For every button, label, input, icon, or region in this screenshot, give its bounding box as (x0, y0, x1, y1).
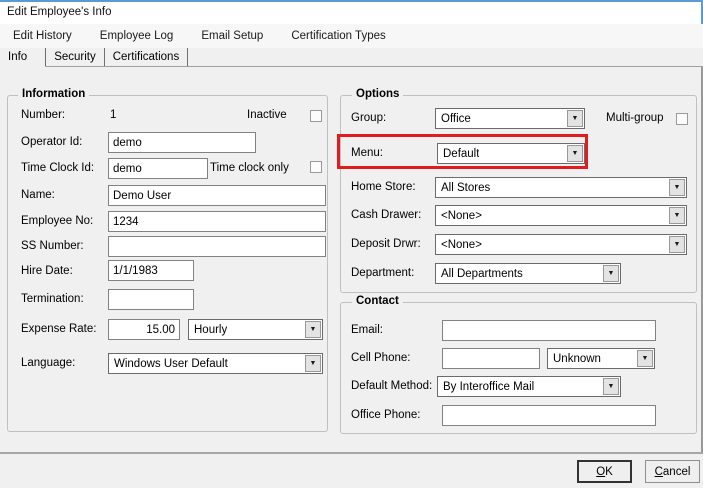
information-caption: Information (18, 88, 90, 100)
tab-certifications[interactable]: Certifications (105, 48, 189, 66)
expense-rate-label: Expense Rate: (21, 323, 97, 335)
expense-rate-unit-dropdown[interactable]: Hourly ▼ (188, 319, 323, 340)
chevron-down-icon[interactable]: ▼ (603, 265, 619, 282)
deposit-drwr-dropdown[interactable]: <None> ▼ (435, 234, 687, 255)
employee-no-field[interactable] (108, 211, 326, 232)
department-label: Department: (351, 267, 415, 279)
cancel-button[interactable]: Cancel (645, 460, 700, 483)
name-label: Name: (21, 189, 55, 201)
menu-row-highlight (337, 134, 588, 169)
button-bar: OK Cancel (0, 454, 703, 488)
operator-id-field[interactable] (108, 132, 256, 153)
tab-strip: Info Security Certifications (0, 48, 703, 67)
ss-number-field[interactable] (108, 236, 326, 257)
default-method-dropdown[interactable]: By Interoffice Mail ▼ (437, 376, 621, 397)
hire-date-label: Hire Date: (21, 265, 73, 277)
contact-caption: Contact (352, 295, 403, 307)
group-label: Group: (351, 112, 387, 124)
department-dropdown[interactable]: All Departments ▼ (435, 263, 621, 284)
chevron-down-icon[interactable]: ▼ (603, 378, 619, 395)
menu-employee-log[interactable]: Employee Log (100, 30, 174, 42)
window-title: Edit Employee's Info (7, 6, 112, 18)
email-label: Email: (351, 324, 383, 336)
language-label: Language: (21, 357, 76, 369)
group-dropdown[interactable]: Office ▼ (435, 108, 585, 129)
expense-rate-field[interactable] (108, 319, 180, 340)
cell-phone-type-dropdown[interactable]: Unknown ▼ (547, 348, 655, 369)
termination-field[interactable] (108, 289, 194, 310)
inactive-label: Inactive (247, 109, 287, 121)
chevron-down-icon[interactable]: ▼ (305, 355, 321, 372)
home-store-dropdown[interactable]: All Stores ▼ (435, 177, 687, 198)
chevron-down-icon[interactable]: ▼ (305, 321, 321, 338)
default-method-label: Default Method: (351, 380, 433, 392)
time-clock-id-field[interactable] (108, 158, 208, 179)
cell-phone-label: Cell Phone: (351, 352, 411, 364)
menu-bar: Edit History Employee Log Email Setup Ce… (0, 24, 703, 48)
ok-button[interactable]: OK (577, 460, 632, 483)
chevron-down-icon[interactable]: ▼ (567, 110, 583, 127)
time-clock-only-label: Time clock only (210, 162, 289, 174)
edit-employee-info-window: Edit Employee's Info Edit History Employ… (0, 0, 703, 488)
home-store-label: Home Store: (351, 181, 416, 193)
chevron-down-icon[interactable]: ▼ (669, 207, 685, 224)
multi-group-label: Multi-group (606, 112, 664, 124)
cell-phone-field[interactable] (442, 348, 540, 369)
name-field[interactable] (108, 185, 326, 206)
menu-certification-types[interactable]: Certification Types (291, 30, 385, 42)
chevron-down-icon[interactable]: ▼ (669, 179, 685, 196)
options-caption: Options (352, 88, 404, 100)
info-tab-page: Information Number: 1 Inactive Operator … (0, 67, 703, 454)
cash-drawer-label: Cash Drawer: (351, 209, 422, 221)
email-field[interactable] (442, 320, 656, 341)
operator-id-label: Operator Id: (21, 136, 83, 148)
hire-date-field[interactable] (108, 260, 194, 281)
inactive-checkbox[interactable] (310, 110, 322, 122)
multi-group-checkbox[interactable] (676, 113, 688, 125)
language-dropdown[interactable]: Windows User Default ▼ (108, 353, 323, 374)
number-value: 1 (110, 109, 117, 121)
deposit-drwr-label: Deposit Drwr: (351, 238, 421, 250)
cash-drawer-dropdown[interactable]: <None> ▼ (435, 205, 687, 226)
number-label: Number: (21, 109, 66, 121)
tab-security[interactable]: Security (46, 48, 105, 66)
termination-label: Termination: (21, 293, 84, 305)
chevron-down-icon[interactable]: ▼ (669, 236, 685, 253)
time-clock-id-label: Time Clock Id: (21, 162, 95, 174)
tab-info[interactable]: Info (0, 48, 47, 67)
office-phone-field[interactable] (442, 405, 656, 426)
employee-no-label: Employee No: (21, 215, 94, 227)
chevron-down-icon[interactable]: ▼ (637, 350, 653, 367)
office-phone-label: Office Phone: (351, 409, 421, 421)
ss-number-label: SS Number: (21, 240, 84, 252)
menu-edit-history[interactable]: Edit History (13, 30, 72, 42)
title-bar: Edit Employee's Info (0, 2, 703, 24)
time-clock-only-checkbox[interactable] (310, 161, 322, 173)
menu-email-setup[interactable]: Email Setup (201, 30, 263, 42)
